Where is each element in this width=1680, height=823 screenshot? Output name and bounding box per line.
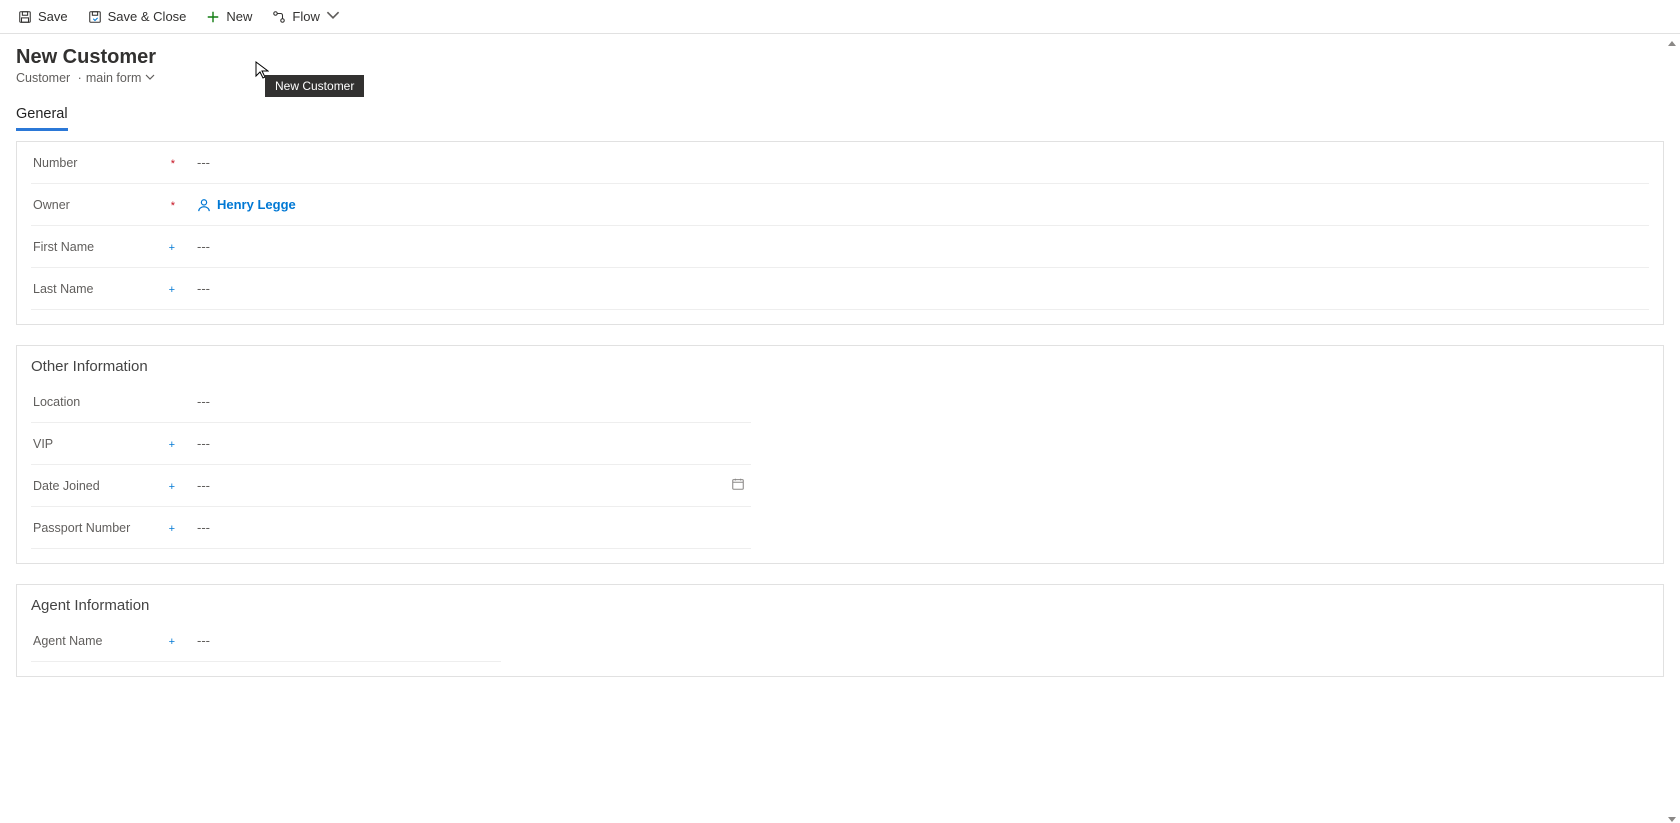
field-value[interactable]: --- — [181, 477, 751, 494]
tab-strip: General — [0, 91, 1680, 131]
chevron-down-icon — [326, 8, 340, 25]
recommended-mark-icon: + — [169, 439, 175, 451]
field-label: First Name + — [31, 240, 181, 254]
field-first-name[interactable]: First Name + --- — [31, 226, 1649, 268]
owner-name: Henry Legge — [217, 197, 296, 212]
field-value[interactable]: --- — [181, 633, 501, 648]
flow-button[interactable]: Flow — [262, 0, 349, 34]
entity-name: Customer — [16, 71, 86, 85]
form-name: main form — [86, 71, 142, 85]
plus-icon — [206, 10, 220, 24]
field-label: Agent Name + — [31, 634, 181, 648]
field-number[interactable]: Number * --- — [31, 142, 1649, 184]
flow-label: Flow — [292, 9, 319, 24]
field-value[interactable]: --- — [181, 281, 1649, 296]
field-owner[interactable]: Owner * Henry Legge — [31, 184, 1649, 226]
field-last-name[interactable]: Last Name + --- — [31, 268, 1649, 310]
field-label: Passport Number + — [31, 521, 181, 535]
field-vip[interactable]: VIP + --- — [31, 423, 751, 465]
field-date-joined[interactable]: Date Joined + --- — [31, 465, 751, 507]
required-mark-icon: * — [171, 200, 175, 212]
save-close-label: Save & Close — [108, 9, 187, 24]
tab-general[interactable]: General — [16, 106, 68, 131]
field-label: Number * — [31, 156, 181, 170]
field-value[interactable]: --- — [181, 239, 1649, 254]
vertical-scrollbar[interactable] — [1664, 34, 1680, 823]
new-button[interactable]: New — [196, 0, 262, 34]
chevron-down-icon — [145, 71, 155, 85]
recommended-mark-icon: + — [169, 523, 175, 535]
save-button[interactable]: Save — [8, 0, 78, 34]
field-value[interactable]: --- — [181, 155, 1649, 170]
form-subtitle: Customer main form — [16, 71, 1664, 85]
scroll-down-icon[interactable] — [1667, 811, 1677, 821]
form-selector[interactable]: main form — [86, 71, 156, 85]
flow-icon — [272, 10, 286, 24]
field-label: Date Joined + — [31, 479, 181, 493]
field-value[interactable]: --- — [181, 520, 751, 535]
new-label: New — [226, 9, 252, 24]
scroll-up-icon[interactable] — [1667, 36, 1677, 46]
section-other-information: Other Information Location --- VIP + ---… — [16, 345, 1664, 564]
recommended-mark-icon: + — [169, 242, 175, 254]
field-agent-name[interactable]: Agent Name + --- — [31, 620, 501, 662]
save-label: Save — [38, 9, 68, 24]
field-label: VIP + — [31, 437, 181, 451]
section-agent-information: Agent Information Agent Name + --- — [16, 584, 1664, 677]
recommended-mark-icon: + — [169, 481, 175, 493]
command-bar: Save Save & Close New Flow — [0, 0, 1680, 34]
section-title: Agent Information — [17, 585, 1663, 620]
recommended-mark-icon: + — [169, 636, 175, 648]
field-label: Owner * — [31, 198, 181, 212]
person-icon — [197, 198, 211, 212]
owner-lookup-chip[interactable]: Henry Legge — [197, 197, 296, 212]
page-header: New Customer Customer main form — [0, 34, 1680, 91]
field-value[interactable]: --- — [181, 436, 751, 451]
field-value[interactable]: --- — [181, 394, 751, 409]
required-mark-icon: * — [171, 158, 175, 170]
section-title: Other Information — [17, 346, 1663, 381]
calendar-icon[interactable] — [731, 477, 745, 494]
section-general: Number * --- Owner * Henry Legge First N… — [16, 141, 1664, 325]
field-value[interactable]: Henry Legge — [181, 197, 1649, 212]
field-label: Location — [31, 395, 181, 409]
page-title: New Customer — [16, 46, 1664, 69]
save-close-icon — [88, 10, 102, 24]
recommended-mark-icon: + — [169, 284, 175, 296]
save-icon — [18, 10, 32, 24]
field-passport-number[interactable]: Passport Number + --- — [31, 507, 751, 549]
field-location[interactable]: Location --- — [31, 381, 751, 423]
form-area: Number * --- Owner * Henry Legge First N… — [0, 131, 1680, 717]
save-close-button[interactable]: Save & Close — [78, 0, 197, 34]
field-label: Last Name + — [31, 282, 181, 296]
